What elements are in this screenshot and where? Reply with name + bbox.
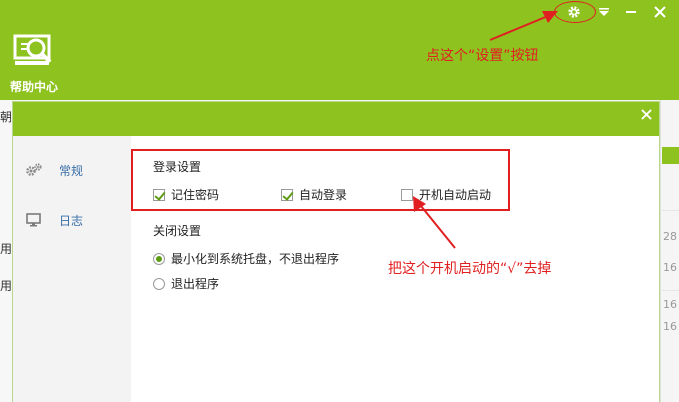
settings-hint-annotation: 点这个“设置”按钮 bbox=[426, 48, 539, 64]
main-side-text: 用 bbox=[0, 242, 13, 256]
radio-circle[interactable] bbox=[153, 277, 165, 290]
divider bbox=[662, 210, 679, 211]
list-timestamp: 28 bbox=[663, 230, 677, 243]
list-timestamp: 16 bbox=[663, 261, 677, 274]
exit-program-radio[interactable]: 退出程序 bbox=[153, 275, 219, 292]
minus-icon bbox=[626, 11, 636, 13]
dialog-close-button[interactable] bbox=[637, 106, 655, 124]
list-timestamp: 16 bbox=[663, 320, 677, 333]
monitor-icon bbox=[26, 213, 41, 227]
menu-dropdown-button[interactable] bbox=[594, 2, 614, 22]
radio-circle[interactable] bbox=[153, 252, 165, 265]
main-right-green-tab bbox=[662, 147, 679, 164]
dialog-header bbox=[13, 102, 659, 136]
triangle-down-icon bbox=[599, 8, 609, 16]
close-settings-title: 关闭设置 bbox=[153, 224, 202, 238]
settings-dialog: 常规 日志 登录设置 记住密码 自动登录 开机自动启动 关闭设置 最小化到系统托… bbox=[12, 101, 660, 402]
login-settings-highlight-box bbox=[131, 149, 510, 211]
main-side-text: 用 bbox=[0, 279, 13, 293]
autostart-hint-annotation: 把这个开机启动的“√”去掉 bbox=[388, 261, 552, 277]
minimize-button[interactable] bbox=[621, 2, 641, 22]
radio-label: 最小化到系统托盘，不退出程序 bbox=[171, 252, 340, 266]
help-center-logo-icon bbox=[13, 34, 52, 65]
nav-item-general[interactable]: 常规 bbox=[13, 150, 131, 190]
radio-label: 退出程序 bbox=[171, 277, 220, 291]
main-window-title: 帮助中心 bbox=[10, 80, 59, 94]
close-icon bbox=[640, 109, 652, 120]
main-right-panel bbox=[660, 100, 679, 402]
gears-icon bbox=[26, 163, 42, 176]
nav-item-label: 常规 bbox=[59, 164, 84, 178]
main-titlebar: 帮助中心 bbox=[0, 0, 679, 100]
main-close-button[interactable] bbox=[650, 2, 670, 22]
minimize-to-tray-radio[interactable]: 最小化到系统托盘，不退出程序 bbox=[153, 250, 339, 267]
nav-item-log[interactable]: 日志 bbox=[13, 200, 131, 240]
main-side-text: 朝 bbox=[0, 110, 13, 124]
dialog-sidebar: 常规 日志 bbox=[13, 136, 131, 402]
divider bbox=[662, 290, 679, 291]
list-timestamp: 16 bbox=[663, 298, 677, 311]
nav-item-label: 日志 bbox=[59, 214, 84, 228]
close-icon bbox=[654, 6, 666, 18]
settings-highlight-circle bbox=[554, 1, 596, 23]
